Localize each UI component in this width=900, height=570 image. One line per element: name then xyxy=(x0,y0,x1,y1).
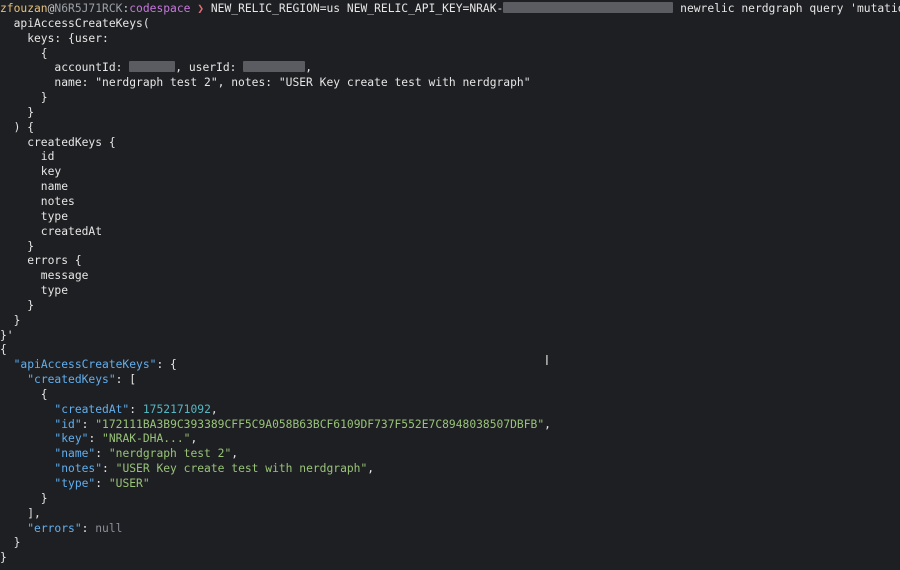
query-line: } xyxy=(0,105,35,119)
json-value-notes: "USER Key create test with nerdgraph" xyxy=(115,462,368,476)
json-value-id: "172111BA3B9C393389CFF5C9A058B63BCF6109D… xyxy=(95,417,545,431)
query-line: errors { xyxy=(0,254,82,268)
command-prefix: NEW_RELIC_REGION=us NEW_RELIC_API_KEY=NR… xyxy=(210,2,504,15)
json-key-errors: "errors" xyxy=(27,521,82,535)
user-id-label: , userId: xyxy=(175,61,244,75)
query-line: message xyxy=(0,269,89,283)
json-value-createdat: 1752171092 xyxy=(142,402,211,416)
json-key-key: "key" xyxy=(54,432,89,446)
json-value-key: "NRAK-DHA..." xyxy=(102,432,191,446)
json-key-name: "name" xyxy=(54,447,96,461)
prompt-host: N6R5J71RCK xyxy=(54,2,123,15)
query-line: ) { xyxy=(0,120,35,134)
query-line: id xyxy=(0,150,55,164)
json-item-close: } xyxy=(0,491,48,505)
query-line: } xyxy=(0,239,35,253)
query-line: createdKeys { xyxy=(0,135,116,149)
ids-trailing-comma: , xyxy=(305,61,313,75)
redacted-account-id xyxy=(129,61,176,73)
query-line: createdAt xyxy=(0,224,103,238)
query-line: } xyxy=(0,91,48,105)
query-line: apiAccessCreateKeys( xyxy=(0,16,150,30)
json-key-apiaccesscreatekeys: "apiAccessCreateKeys" xyxy=(13,358,157,372)
json-key-id: "id" xyxy=(54,417,82,431)
prompt-arrow-icon: ❯ xyxy=(190,2,211,15)
account-id-label: accountId: xyxy=(0,61,130,75)
json-field-name: "name": "nerdgraph test 2", xyxy=(54,447,239,461)
redacted-user-id xyxy=(243,61,306,73)
prompt-path: codespace xyxy=(129,2,191,15)
prompt-line: zfouzan@N6R5J71RCK:codespace ❯ NEW_RELIC… xyxy=(0,2,900,17)
json-inner-close: } xyxy=(0,536,21,550)
query-line: key xyxy=(0,165,62,179)
query-line: notes xyxy=(0,194,75,208)
json-key-notes: "notes" xyxy=(54,462,103,476)
json-key-createdat: "createdAt" xyxy=(54,402,130,416)
query-line: } xyxy=(0,313,21,327)
query-line: keys: {user: xyxy=(0,31,109,45)
json-createdkeys-line: "createdKeys": [ xyxy=(27,373,137,387)
json-errors-line: "errors": null xyxy=(27,521,123,535)
json-field-createdat: "createdAt": 1752171092, xyxy=(54,402,218,416)
text-cursor-icon: I xyxy=(545,354,549,369)
command-suffix: newrelic nerdgraph query 'mutation { xyxy=(673,2,900,15)
json-value-type: "USER" xyxy=(108,477,150,490)
json-root-close: } xyxy=(0,551,7,565)
query-line-ids: accountId: , userId: , xyxy=(0,61,900,76)
query-line: }' xyxy=(0,328,14,342)
redacted-api-key xyxy=(503,2,674,13)
json-field-key: "key": "NRAK-DHA...", xyxy=(54,432,198,446)
query-line: } xyxy=(0,298,35,312)
json-field-type: "type": "USER" xyxy=(54,477,150,490)
query-line: { xyxy=(0,46,48,60)
query-line: type xyxy=(0,209,69,223)
json-value-name: "nerdgraph test 2" xyxy=(108,447,232,461)
prompt-user: zfouzan xyxy=(0,2,48,15)
json-root-open: { xyxy=(0,343,7,357)
json-array-close: ], xyxy=(0,506,41,520)
json-root-key-line: "apiAccessCreateKeys": { xyxy=(13,358,177,372)
json-key-type: "type" xyxy=(54,477,96,490)
query-line: name xyxy=(0,180,69,194)
query-line: name: "nerdgraph test 2", notes: "USER K… xyxy=(0,76,531,90)
terminal-window[interactable]: zfouzan@N6R5J71RCK:codespace ❯ NEW_RELIC… xyxy=(0,2,900,570)
json-field-id: "id": "172111BA3B9C393389CFF5C9A058B63BC… xyxy=(54,417,551,431)
query-line: type xyxy=(0,284,69,298)
json-field-notes: "notes": "USER Key create test with nerd… xyxy=(54,462,375,476)
json-item-open: { xyxy=(0,387,48,401)
json-key-createdkeys: "createdKeys" xyxy=(27,373,116,387)
json-value-errors: null xyxy=(95,521,123,535)
